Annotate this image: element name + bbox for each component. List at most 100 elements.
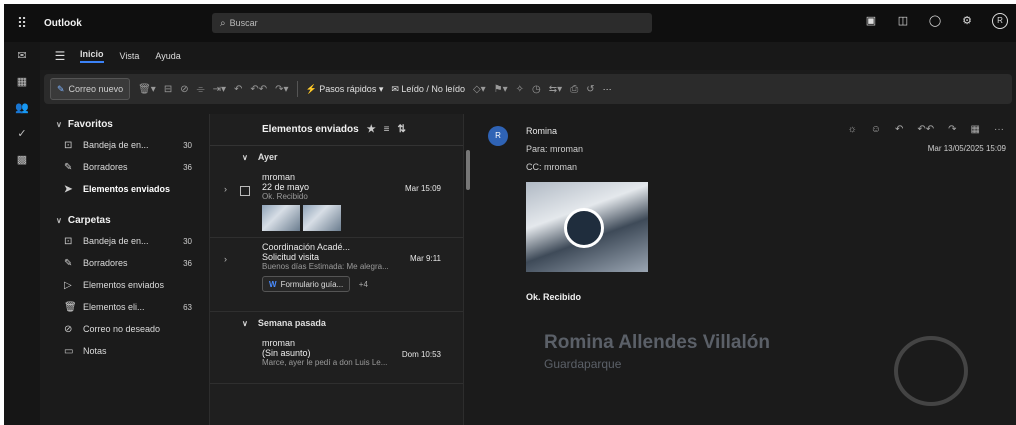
pin-icon[interactable]: ✧ (516, 84, 524, 95)
msg-date: Mar 9:11 (410, 254, 441, 263)
folder-sent-label: Elementos enviados (83, 280, 165, 290)
tab-inicio[interactable]: Inicio (80, 49, 104, 63)
inbox-icon: ⊡ (64, 139, 73, 151)
outlook-window: ⠿ Outlook ⌕ Buscar ▣ ◫ ◯ ⚙ R ✉ ▦ 👥 ✓ ▩ ☰… (4, 4, 1016, 425)
delete-icon[interactable]: 🗑▾ (138, 84, 156, 95)
folder-notes-label: Notas (83, 346, 107, 356)
app-launcher-icon[interactable]: ⠿ (4, 4, 40, 42)
select-checkbox[interactable] (240, 186, 250, 196)
image-thumbnail[interactable] (303, 205, 341, 231)
sender-name[interactable]: Romina (526, 126, 557, 136)
flag-icon[interactable]: ⚑▾ (494, 84, 508, 95)
chevron-down-icon: ∨ (242, 152, 248, 162)
bell-icon[interactable]: ◯ (928, 14, 942, 28)
mail-icon[interactable]: ✉ (4, 42, 40, 68)
chevron-down-icon: ∨ (56, 119, 62, 129)
msg-preview: Buenos días Estimada: Me alegra... (262, 262, 389, 271)
fav-drafts-count: 36 (183, 162, 192, 172)
msg-date: Dom 10:53 (401, 350, 441, 359)
expand-icon[interactable]: › (224, 184, 227, 194)
folder-drafts-count: 36 (183, 258, 192, 268)
attachment-chip[interactable]: W Formulario guía... (262, 276, 351, 292)
print-icon[interactable]: ⎙ (570, 84, 578, 95)
folder-notes[interactable]: ▭ Notas (48, 340, 206, 362)
list-header: Elementos enviados ★ ≡ ⇅ (210, 114, 463, 146)
apps-icon[interactable]: ▩ (4, 146, 40, 172)
meet-now-icon[interactable]: ▣ (864, 14, 878, 28)
move-icon[interactable]: ⇥▾ (213, 84, 226, 95)
fav-sent[interactable]: ➤ Elementos enviados (48, 178, 206, 200)
attachment-name: Formulario guía... (280, 279, 344, 289)
tab-ayuda[interactable]: Ayuda (155, 51, 180, 61)
reply-all-icon[interactable]: ↶↶ (917, 124, 934, 135)
folder-sent[interactable]: ▷ Elementos enviados (48, 274, 206, 296)
sent-icon: ▷ (64, 279, 72, 291)
folders-header[interactable]: ∨ Carpetas (48, 210, 206, 230)
sweep-icon[interactable]: ⌯ (197, 84, 205, 95)
read-unread-button[interactable]: ✉ Leído / No leído (391, 84, 465, 95)
todo-icon[interactable]: ✓ (4, 120, 40, 146)
list-item[interactable]: mroman (Sin asunto) Dom 10:53 Marce, aye… (210, 334, 463, 384)
folder-junk[interactable]: ⊘ Correo no deseado (48, 318, 206, 340)
gear-icon[interactable]: ⚙ (960, 14, 974, 28)
attached-image[interactable] (526, 182, 648, 272)
fav-inbox[interactable]: ⊡ Bandeja de en... 30 (48, 134, 206, 156)
quick-steps-label: Pasos rápidos (319, 83, 377, 94)
reply-all-icon[interactable]: ↶↶ (250, 84, 267, 95)
trash-icon: 🗑 (64, 301, 77, 313)
filter-icon[interactable]: ≡ (384, 124, 390, 135)
sun-icon[interactable]: ☼ (848, 124, 857, 135)
grid-icon[interactable]: ▦ (971, 124, 980, 135)
favorites-header[interactable]: ∨ Favoritos (48, 114, 206, 134)
expand-icon[interactable]: › (224, 254, 227, 264)
drafts-icon: ✎ (64, 257, 73, 269)
archive-icon[interactable]: ⊟ (164, 84, 172, 95)
folder-drafts[interactable]: ✎ Borradores 36 (48, 252, 206, 274)
menu-icon[interactable]: ☰ (40, 49, 80, 63)
inbox-icon: ⊡ (64, 235, 73, 247)
top-bar: ⠿ Outlook ⌕ Buscar ▣ ◫ ◯ ⚙ R (4, 4, 1016, 42)
more-options-button[interactable]: ··· (603, 84, 612, 94)
chat-icon[interactable]: ◫ (896, 14, 910, 28)
msg-from: Coordinación Acadé... (262, 242, 351, 252)
reply-icon[interactable]: ↶ (895, 124, 903, 135)
favorite-star-icon[interactable]: ★ (367, 124, 376, 135)
new-mail-button[interactable]: ✎ Correo nuevo (50, 78, 131, 100)
list-scrollbar[interactable] (466, 150, 470, 190)
calendar-icon[interactable]: ▦ (4, 68, 40, 94)
image-thumbnail[interactable] (262, 205, 300, 231)
emoji-icon[interactable]: ☺ (871, 124, 881, 135)
report-icon[interactable]: ⊘ (180, 84, 188, 95)
group-yesterday[interactable]: ∨ Ayer (210, 146, 463, 168)
sort-icon[interactable]: ⇅ (398, 124, 406, 135)
organization-logo (894, 336, 968, 406)
search-icon: ⌕ (220, 17, 226, 29)
sender-avatar: R (488, 126, 508, 146)
list-item[interactable]: › Coordinación Acadé... Solicitud visita… (210, 238, 463, 312)
undo-icon[interactable]: ↺ (586, 84, 594, 95)
account-avatar[interactable]: R (992, 13, 1008, 29)
more-attachments[interactable]: +4 (359, 280, 368, 289)
notes-icon: ▭ (64, 345, 74, 357)
search-box[interactable]: ⌕ Buscar (212, 13, 652, 33)
msg-preview: Marce, ayer le pedí a don Luis Le... (262, 358, 388, 367)
forward-icon[interactable]: ↷ (948, 124, 956, 135)
reply-icon[interactable]: ↶ (234, 84, 242, 95)
tag-icon[interactable]: ◇▾ (473, 84, 486, 95)
folder-deleted[interactable]: 🗑 Elementos eli... 63 (48, 296, 206, 318)
quick-steps-button[interactable]: ⚡ Pasos rápidos ▾ (306, 84, 384, 95)
snooze-icon[interactable]: ◷ (532, 84, 541, 95)
group-last-week[interactable]: ∨ Semana pasada (210, 312, 463, 334)
globe-icon (564, 208, 604, 248)
rules-icon[interactable]: ⇆▾ (549, 84, 562, 95)
more-icon[interactable]: ··· (994, 124, 1004, 135)
list-item[interactable]: › mroman 22 de mayo Mar 15:09 Ok. Recibi… (210, 168, 463, 238)
tab-vista[interactable]: Vista (120, 51, 140, 61)
forward-icon[interactable]: ↷▾ (275, 84, 288, 95)
fav-drafts[interactable]: ✎ Borradores 36 (48, 156, 206, 178)
message-list: Elementos enviados ★ ≡ ⇅ ∨ Ayer › mroman … (209, 114, 470, 425)
folder-inbox[interactable]: ⊡ Bandeja de en... 30 (48, 230, 206, 252)
cc-line: CC: mroman (526, 162, 578, 172)
folder-junk-label: Correo no deseado (83, 324, 161, 334)
people-icon[interactable]: 👥 (4, 94, 40, 120)
